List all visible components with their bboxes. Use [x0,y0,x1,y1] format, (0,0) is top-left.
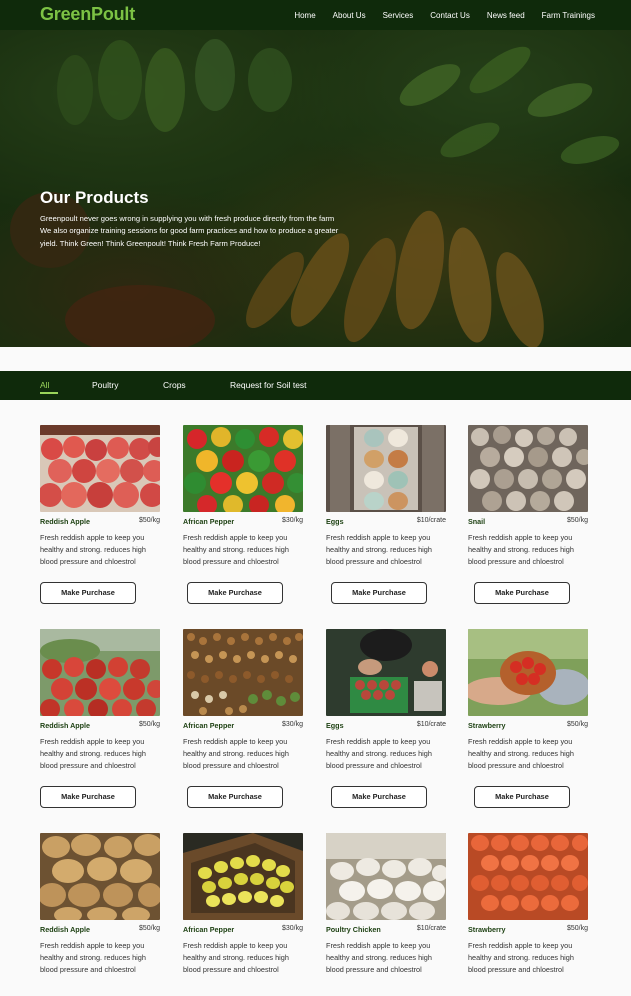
hero-line: yield. Think Green! Think Greenpoult! Th… [40,238,261,248]
product-description: Fresh reddish apple to keep you healthy … [183,533,289,566]
product-card: African Pepper $30/kg Fresh reddish appl… [183,629,303,808]
lemons-icon [183,833,303,920]
product-price: $10/crate [416,517,446,524]
product-description: Fresh reddish apple to keep you healthy … [40,941,146,974]
product-description: Fresh reddish apple to keep you healthy … [326,533,432,566]
category-tabs: All Poultry Crops Request for Soil test [0,371,631,400]
tomato-bowl-icon [468,629,588,716]
hero-banner: Our Products Greenpoult never goes wrong… [0,30,631,347]
product-card: Eggs $10/crate Fresh reddish apple to ke… [326,425,446,604]
carrots-icon [468,833,588,920]
eggs-icon [326,425,446,512]
product-name: African Pepper [183,925,235,934]
product-name: Poultry Chicken [326,925,381,934]
product-name: Reddish Apple [40,517,91,526]
product-price: $10/crate [416,925,446,932]
product-description: Fresh reddish apple to keep you healthy … [326,737,432,770]
product-price: $50/kg [566,925,588,932]
product-price: $30/kg [281,925,303,932]
product-card: Eggs $10/crate Fresh reddish apple to ke… [326,629,446,808]
chickens-icon [326,833,446,920]
tab-all[interactable]: All [40,380,49,390]
product-description: Fresh reddish apple to keep you healthy … [183,941,289,974]
make-purchase-button[interactable]: Make Purchase [40,786,136,808]
beans-icon [183,629,303,716]
product-description: Fresh reddish apple to keep you healthy … [40,737,146,770]
product-price: $50/kg [138,925,160,932]
product-description: Fresh reddish apple to keep you healthy … [183,737,289,770]
nav-farm-trainings[interactable]: Farm Trainings [542,11,595,20]
product-name: Reddish Apple [40,721,91,730]
product-description: Fresh reddish apple to keep you healthy … [468,737,574,770]
product-price: $50/kg [138,517,160,524]
nav-about-us[interactable]: About Us [333,11,366,20]
product-description: Fresh reddish apple to keep you healthy … [468,533,574,566]
product-price: $10/crate [416,721,446,728]
product-card: Strawberry $50/kg Fresh reddish apple to… [468,629,588,808]
product-description: Fresh reddish apple to keep you healthy … [326,941,432,974]
product-description: Fresh reddish apple to keep you healthy … [40,533,146,566]
product-description: Fresh reddish apple to keep you healthy … [468,941,574,974]
main-nav: Home About Us Services Contact Us News f… [294,0,595,30]
product-name: African Pepper [183,517,235,526]
product-card: Strawberry $50/kg Fresh reddish apple to… [468,833,588,976]
product-price: $50/kg [566,721,588,728]
product-price: $50/kg [138,721,160,728]
logo[interactable]: GreenPoult [40,4,135,25]
potatoes-icon [40,833,160,920]
make-purchase-button[interactable]: Make Purchase [40,582,136,604]
nav-home[interactable]: Home [294,11,315,20]
product-name: Strawberry [468,925,506,934]
nav-news-feed[interactable]: News feed [487,11,525,20]
page-title: Our Products [40,188,149,207]
product-name: Snail [468,517,486,526]
tomatoes-icon [40,629,160,716]
product-name: Strawberry [468,721,506,730]
product-name: Eggs [326,517,344,526]
make-purchase-button[interactable]: Make Purchase [331,786,427,808]
hero-description: Greenpoult never goes wrong in supplying… [40,213,360,250]
peppers-icon [183,425,303,512]
product-card: Snail $50/kg Fresh reddish apple to keep… [468,425,588,604]
product-card: African Pepper $30/kg Fresh reddish appl… [183,425,303,604]
product-card: Poultry Chicken $10/crate Fresh reddish … [326,833,446,976]
product-price: $30/kg [281,517,303,524]
top-navbar: GreenPoult Home About Us Services Contac… [0,0,631,30]
product-card: Reddish Apple $50/kg Fresh reddish apple… [40,833,160,976]
make-purchase-button[interactable]: Make Purchase [474,786,570,808]
product-name: Eggs [326,721,344,730]
apples-icon [40,425,160,512]
product-name: Reddish Apple [40,925,91,934]
hero-line: We also organize training sessions for g… [40,226,339,236]
product-name: African Pepper [183,721,235,730]
product-price: $30/kg [281,721,303,728]
snails-icon [468,425,588,512]
product-card: Reddish Apple $50/kg Fresh reddish apple… [40,425,160,604]
tab-crops[interactable]: Crops [163,380,186,390]
make-purchase-button[interactable]: Make Purchase [187,582,283,604]
tab-request-soil-test[interactable]: Request for Soil test [230,380,307,390]
nav-contact-us[interactable]: Contact Us [430,11,470,20]
harvest-crate-icon [326,629,446,716]
active-tab-indicator [40,392,58,394]
make-purchase-button[interactable]: Make Purchase [187,786,283,808]
make-purchase-button[interactable]: Make Purchase [474,582,570,604]
tab-poultry[interactable]: Poultry [92,380,118,390]
make-purchase-button[interactable]: Make Purchase [331,582,427,604]
product-card: African Pepper $30/kg Fresh reddish appl… [183,833,303,976]
product-card: Reddish Apple $50/kg Fresh reddish apple… [40,629,160,808]
product-price: $50/kg [566,517,588,524]
nav-services[interactable]: Services [383,11,414,20]
hero-line: Greenpoult never goes wrong in supplying… [40,214,335,223]
